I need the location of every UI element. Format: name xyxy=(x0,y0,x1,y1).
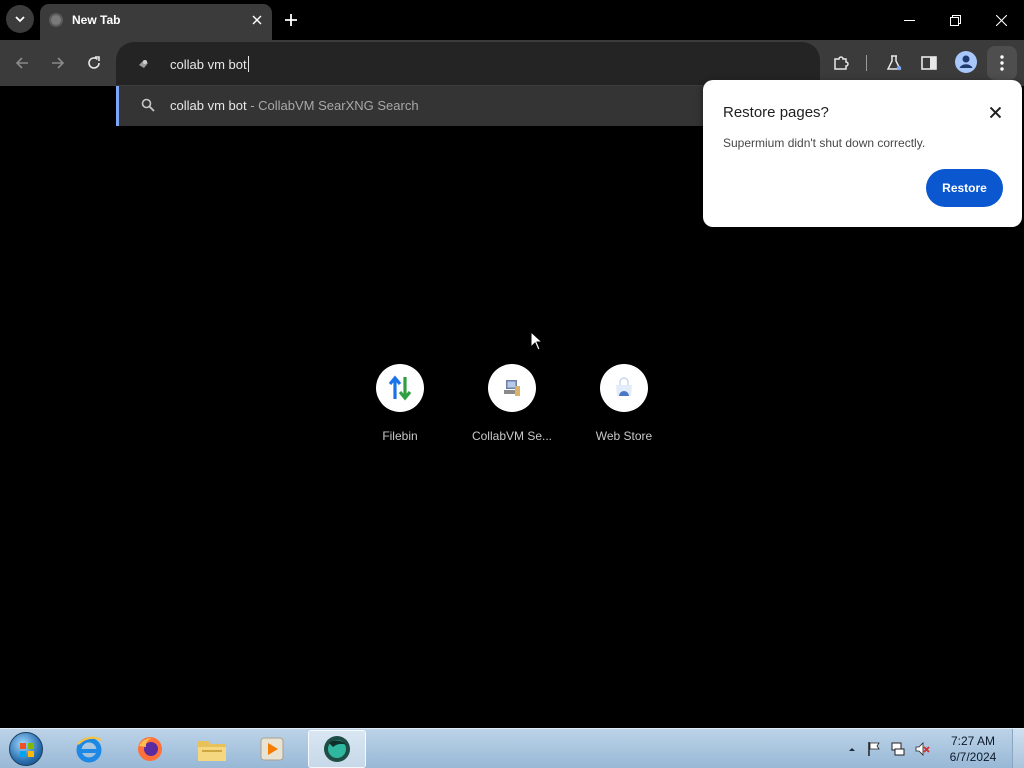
reload-button[interactable] xyxy=(80,49,108,77)
web-store-icon xyxy=(616,377,632,396)
network-icon xyxy=(891,742,905,756)
shortcut-label: Filebin xyxy=(382,429,418,443)
toolbar-separator xyxy=(866,55,867,71)
dialog-close-button[interactable] xyxy=(985,102,1005,122)
address-bar[interactable]: collab vm bot xyxy=(116,42,820,85)
dialog-title: Restore pages? xyxy=(723,104,829,121)
forward-button[interactable] xyxy=(44,49,72,77)
close-icon xyxy=(252,15,262,25)
browser-menu-button[interactable] xyxy=(987,46,1017,80)
arrow-left-icon xyxy=(15,57,28,69)
taskbar-file-explorer[interactable] xyxy=(183,730,241,768)
reload-icon xyxy=(88,56,100,69)
side-panel-icon xyxy=(921,56,937,70)
labs-button[interactable] xyxy=(880,49,908,77)
volume-muted-icon xyxy=(915,742,930,756)
shortcut-collabvm-search[interactable]: CollabVM Se... xyxy=(456,364,568,448)
taskbar-firefox[interactable] xyxy=(121,730,179,768)
arrow-right-icon xyxy=(52,57,65,69)
browser-window: New Tab collab vm bot collab vm bot - Co… xyxy=(0,0,1024,768)
chevron-down-icon xyxy=(15,16,25,23)
suggestion-engine: CollabVM SearXNG Search xyxy=(258,98,419,113)
clock-date: 6/7/2024 xyxy=(949,750,997,764)
shortcut-label: CollabVM Se... xyxy=(471,429,553,443)
windows-logo-icon xyxy=(9,732,43,766)
folder-icon xyxy=(198,741,226,761)
search-engine-icon xyxy=(139,60,148,68)
suggestion-separator: - xyxy=(246,98,259,113)
firefox-icon xyxy=(138,737,162,761)
tab-strip: New Tab xyxy=(0,0,1024,40)
new-tab-button[interactable] xyxy=(280,9,302,31)
shortcut-label: Web Store xyxy=(595,429,653,443)
shortcut-icon-circle xyxy=(488,364,536,412)
shortcut-web-store[interactable]: Web Store xyxy=(568,364,680,448)
shortcut-icon-circle xyxy=(376,364,424,412)
action-center-flag[interactable] xyxy=(866,741,882,757)
suggestion-text: collab vm bot - CollabVM SearXNG Search xyxy=(170,98,419,113)
restore-window-icon xyxy=(949,14,961,26)
globe-icon xyxy=(49,13,63,27)
close-icon xyxy=(995,14,1007,26)
tab-search-button[interactable] xyxy=(6,5,34,33)
show-hidden-icons-button[interactable] xyxy=(844,741,860,757)
restore-window-button[interactable] xyxy=(932,0,978,40)
address-bar-text: collab vm bot xyxy=(170,56,249,72)
system-clock[interactable]: 7:27 AM 6/7/2024 xyxy=(944,733,1002,765)
tab-close-button[interactable] xyxy=(248,11,266,29)
network-tray-icon[interactable] xyxy=(890,741,906,757)
plus-icon xyxy=(285,14,297,26)
flask-icon xyxy=(886,55,902,71)
chevron-up-icon xyxy=(849,748,855,751)
suggestion-query: collab vm bot xyxy=(170,98,247,113)
volume-tray-icon[interactable] xyxy=(914,741,930,757)
profile-avatar[interactable] xyxy=(955,51,977,73)
address-bar-value: collab vm bot xyxy=(170,57,247,72)
show-desktop-button[interactable] xyxy=(1012,729,1024,768)
taskbar-media-player[interactable] xyxy=(243,730,301,768)
restore-button[interactable]: Restore xyxy=(926,169,1003,207)
restore-pages-dialog: Restore pages? Supermium didn't shut dow… xyxy=(703,80,1022,227)
dialog-message: Supermium didn't shut down correctly. xyxy=(723,136,926,150)
shortcut-filebin[interactable]: Filebin xyxy=(344,364,456,448)
person-icon xyxy=(959,55,973,68)
computer-icon xyxy=(504,380,520,396)
tab-title: New Tab xyxy=(72,13,121,27)
internet-explorer-icon xyxy=(76,736,102,763)
back-button[interactable] xyxy=(8,49,36,77)
media-player-icon xyxy=(260,737,284,761)
extensions-button[interactable] xyxy=(827,49,855,77)
taskbar-supermium[interactable] xyxy=(308,730,366,768)
clock-time: 7:27 AM xyxy=(950,734,996,748)
close-window-button[interactable] xyxy=(978,0,1024,40)
puzzle-icon xyxy=(834,56,849,70)
tab-new-tab[interactable]: New Tab xyxy=(40,4,272,40)
more-vertical-icon xyxy=(1000,55,1004,71)
supermium-icon xyxy=(324,736,350,762)
close-icon xyxy=(989,106,1001,118)
transfer-arrows-icon xyxy=(388,375,412,401)
mouse-cursor-icon xyxy=(530,331,544,351)
flag-icon xyxy=(868,742,880,756)
text-caret xyxy=(247,56,249,72)
minimize-button[interactable] xyxy=(886,0,932,40)
taskbar: 7:27 AM 6/7/2024 xyxy=(0,728,1024,768)
side-panel-button[interactable] xyxy=(915,49,943,77)
taskbar-internet-explorer[interactable] xyxy=(60,730,118,768)
search-icon xyxy=(141,98,155,112)
start-button[interactable] xyxy=(6,730,46,768)
shortcut-icon-circle xyxy=(600,364,648,412)
minimize-icon xyxy=(903,19,915,21)
